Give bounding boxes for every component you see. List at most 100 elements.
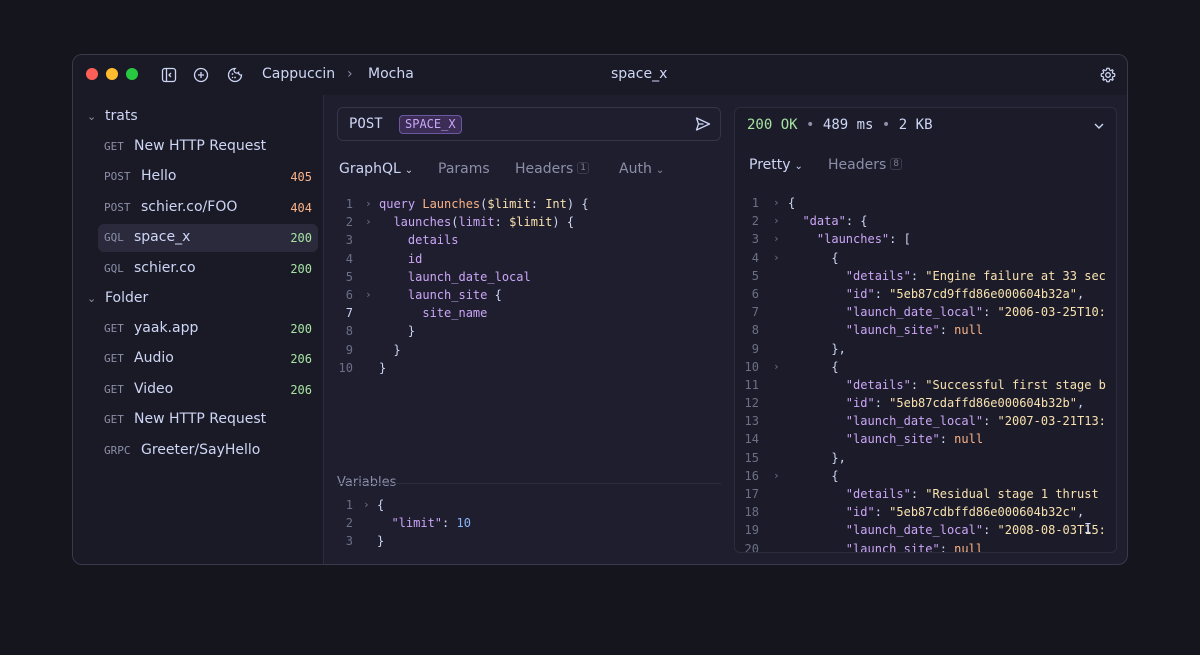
url-variable-tag[interactable]: SPACE_X xyxy=(399,115,462,134)
code-line: 1 › { xyxy=(337,496,721,514)
close-window-button[interactable] xyxy=(86,68,98,80)
tab-pretty[interactable]: Pretty ⌄ xyxy=(749,157,803,173)
line-number: 1 xyxy=(345,197,353,211)
fold-chevron-icon[interactable]: › xyxy=(773,230,780,248)
fold-chevron-icon[interactable]: › xyxy=(365,286,372,304)
code-line: 12 "id": "5eb87cdaffd86e000604b32b", xyxy=(743,394,1116,412)
code-text: } xyxy=(379,324,416,339)
fold-chevron-icon[interactable]: › xyxy=(773,212,780,230)
fold-chevron-icon[interactable]: › xyxy=(773,249,780,267)
headers-count-badge: 1 xyxy=(577,162,590,174)
request-name: schier.co xyxy=(134,260,196,276)
code-text: "launch_site": null xyxy=(845,541,984,553)
app-window: Cappuccin › Mocha space_x ⌄ trats GET New… xyxy=(72,54,1128,565)
url-bar[interactable]: POST SPACE_X xyxy=(337,107,721,141)
code-text: { xyxy=(788,196,796,210)
minimize-window-button[interactable] xyxy=(106,68,118,80)
code-line: 7 "launch_date_local": "2006-03-25T10: xyxy=(743,303,1116,321)
sidebar-request-item[interactable]: GRPC Greeter/SayHello xyxy=(98,437,318,465)
tab-headers[interactable]: Headers 1 xyxy=(515,161,590,177)
request-method: POST xyxy=(104,201,131,214)
gear-icon[interactable] xyxy=(1100,67,1116,83)
request-name: New HTTP Request xyxy=(134,138,267,154)
request-name: Audio xyxy=(134,350,174,366)
sidebar-request-item[interactable]: GET Video 206 xyxy=(98,376,318,404)
folder-folder[interactable]: ⌄ Folder xyxy=(87,290,148,310)
sidebar-request-item[interactable]: POST Hello 405 xyxy=(98,163,318,191)
sidebar-request-item[interactable]: GET New HTTP Request xyxy=(98,406,318,434)
sidebar-request-item[interactable]: POST schier.co/FOO 404 xyxy=(98,194,318,222)
line-number: 13 xyxy=(744,414,759,429)
code-text: id xyxy=(379,251,423,266)
environment-breadcrumb[interactable]: Mocha xyxy=(368,66,414,82)
code-line: 4 id xyxy=(337,250,721,268)
code-text: } xyxy=(379,342,401,357)
line-number: 6 xyxy=(345,287,353,302)
response-size: 2 KB xyxy=(898,117,933,133)
line-number: 2 xyxy=(751,214,759,229)
fold-chevron-icon[interactable]: › xyxy=(365,195,372,213)
fold-chevron-icon[interactable]: › xyxy=(773,467,780,485)
chevron-right-icon: › xyxy=(347,66,353,82)
graphql-query-editor[interactable]: 1 › query Launches($limit: Int) { 2 › launc… xyxy=(337,195,721,377)
sidebar-request-item[interactable]: GET yaak.app 200 xyxy=(98,315,318,343)
tab-graphql[interactable]: GraphQL ⌄ xyxy=(339,161,413,177)
sidebar-toggle-icon[interactable] xyxy=(161,67,177,83)
code-text: "id": "5eb87cdbffd86e000604b32c", xyxy=(845,505,1085,520)
tab-params[interactable]: Params xyxy=(438,161,490,177)
fold-chevron-icon[interactable]: › xyxy=(365,213,372,231)
request-method: GET xyxy=(104,383,124,396)
sidebar-request-item[interactable]: GQL schier.co 200 xyxy=(98,255,318,283)
tab-auth[interactable]: Auth ⌄ xyxy=(619,161,664,177)
line-number: 10 xyxy=(338,360,353,375)
line-number: 5 xyxy=(751,268,759,283)
variables-editor[interactable]: 1 › { 2 "limit": 10 3} xyxy=(337,496,721,551)
tab-response-headers[interactable]: Headers 8 xyxy=(828,157,903,173)
sidebar-request-item-active[interactable]: GQL space_x 200 xyxy=(98,224,318,252)
request-method: GQL xyxy=(104,231,124,244)
code-line: 7 site_name xyxy=(337,304,721,322)
request-name: Video xyxy=(134,381,174,397)
fold-chevron-icon[interactable]: › xyxy=(773,194,780,212)
code-line: 6 › launch_site { xyxy=(337,286,721,304)
line-number: 5 xyxy=(345,269,353,284)
code-text: "details": "Residual stage 1 thrust xyxy=(845,487,1099,501)
cookie-icon[interactable] xyxy=(227,67,243,83)
code-text: "data": { xyxy=(802,214,868,229)
code-text: "launch_site": null xyxy=(845,432,984,447)
send-icon[interactable] xyxy=(695,116,711,132)
line-number: 9 xyxy=(751,341,759,356)
code-line: 4 › { xyxy=(743,249,1116,267)
add-circle-icon[interactable] xyxy=(193,67,209,83)
status-badge: 200 xyxy=(290,262,312,276)
code-text: launch_date_local xyxy=(379,269,531,284)
chevron-down-icon[interactable] xyxy=(1093,120,1105,132)
chevron-down-icon: ⌄ xyxy=(404,165,414,176)
response-body-viewer[interactable]: 1 › { 2 › "data": { 3 › "launches": [ 4 › { 5… xyxy=(743,194,1116,553)
folder-trats[interactable]: ⌄ trats xyxy=(87,108,138,128)
line-number: 12 xyxy=(744,396,759,411)
code-text: }, xyxy=(788,341,846,356)
code-line: 6 "id": "5eb87cd9ffd86e000604b32a", xyxy=(743,285,1116,303)
response-panel: 200 OK • 489 ms • 2 KB Pretty ⌄ Headers 8 … xyxy=(734,107,1117,553)
code-text: "id": "5eb87cd9ffd86e000604b32a", xyxy=(845,286,1085,301)
fold-chevron-icon[interactable]: › xyxy=(773,358,780,376)
code-line: 17 "details": "Residual stage 1 thrust xyxy=(743,485,1116,503)
tab-label: Headers xyxy=(828,157,887,173)
sidebar-request-item[interactable]: GET Audio 206 xyxy=(98,345,318,373)
code-line: 2 › launches(limit: $limit) { xyxy=(337,213,721,231)
folder-name: Folder xyxy=(105,290,149,306)
workspace-breadcrumb[interactable]: Cappuccin xyxy=(262,66,335,82)
code-line: 3} xyxy=(337,532,721,550)
code-text: } xyxy=(377,534,385,549)
line-number: 19 xyxy=(744,523,759,538)
line-number: 4 xyxy=(345,251,353,266)
code-line: 16 › { xyxy=(743,467,1116,485)
line-number: 6 xyxy=(751,286,759,301)
sidebar-request-item[interactable]: GET New HTTP Request xyxy=(98,133,318,161)
fold-chevron-icon[interactable]: › xyxy=(363,496,370,514)
code-line: 2 › "data": { xyxy=(743,212,1116,230)
method-selector[interactable]: POST xyxy=(349,116,383,132)
maximize-window-button[interactable] xyxy=(126,68,138,80)
request-name: schier.co/FOO xyxy=(141,199,238,215)
